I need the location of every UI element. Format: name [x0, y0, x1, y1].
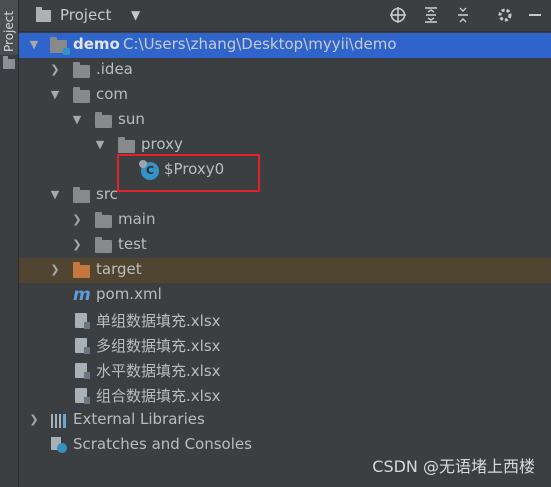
tree-label: Scratches and Consoles — [73, 435, 252, 453]
tree-label: com — [96, 85, 129, 103]
folder-icon — [95, 237, 112, 253]
tool-window-stripe: Project — [0, 0, 19, 487]
tree-label: External Libraries — [73, 410, 205, 428]
tree-row-file-3[interactable]: 水平数据填充.xlsx — [19, 358, 551, 383]
chevron-right-icon[interactable]: ❯ — [70, 212, 84, 228]
chevron-right-icon[interactable]: ❯ — [70, 237, 84, 253]
tree-label: 多组数据填充.xlsx — [96, 337, 221, 355]
tree-row-file-2[interactable]: 多组数据填充.xlsx — [19, 333, 551, 358]
module-folder-icon — [50, 37, 70, 55]
collapse-all-icon[interactable] — [453, 5, 473, 25]
crosshair-icon[interactable] — [388, 5, 408, 25]
scratches-icon — [51, 437, 67, 453]
tree-label: proxy — [141, 135, 183, 153]
panel-title[interactable]: Project — [60, 6, 111, 24]
chevron-right-icon[interactable]: ❯ — [48, 62, 62, 78]
tree-label: .idea — [96, 60, 133, 78]
xlsx-file-icon — [75, 388, 90, 404]
folder-icon — [73, 62, 90, 78]
tree-row-main[interactable]: ❯ main — [19, 208, 551, 233]
chevron-down-icon[interactable]: ▼ — [27, 37, 41, 53]
panel-header: Project ▼ — [19, 0, 551, 32]
chevron-right-icon[interactable]: ❯ — [48, 262, 62, 278]
tree-label: target — [96, 260, 142, 278]
xlsx-file-icon — [75, 313, 90, 329]
view-dropdown-icon[interactable]: ▼ — [131, 8, 140, 22]
tree-row-com[interactable]: ▼ com — [19, 83, 551, 108]
xlsx-file-icon — [75, 338, 90, 354]
tree-row-test[interactable]: ❯ test — [19, 233, 551, 258]
excluded-folder-icon — [73, 262, 90, 278]
library-icon — [51, 414, 67, 428]
tree-label: main — [118, 210, 156, 228]
chevron-right-icon[interactable]: ❯ — [27, 412, 41, 428]
maven-icon: m — [73, 285, 91, 305]
folder-icon — [95, 112, 112, 128]
tree-row-file-4[interactable]: 组合数据填充.xlsx — [19, 383, 551, 408]
root-name: demo — [73, 35, 120, 53]
project-tool-tab[interactable]: Project — [0, 0, 18, 55]
tree-row-src[interactable]: ▼ src — [19, 183, 551, 208]
tree-row-idea[interactable]: ❯ .idea — [19, 58, 551, 83]
chevron-down-icon[interactable]: ▼ — [48, 87, 62, 103]
hide-icon[interactable] — [525, 5, 545, 25]
folder-icon — [73, 187, 90, 203]
tree-row-file-1[interactable]: 单组数据填充.xlsx — [19, 308, 551, 333]
tree-row-demo[interactable]: ▼ demo C:\Users\zhang\Desktop\myyii\demo — [19, 33, 551, 58]
xlsx-file-icon — [75, 363, 90, 379]
tree-label: 组合数据填充.xlsx — [96, 387, 221, 405]
tree-label: pom.xml — [96, 285, 162, 303]
project-tool-tab-label: Project — [2, 10, 16, 52]
tree-row-proxy-class[interactable]: C $Proxy0 — [19, 158, 551, 183]
tree-row-target[interactable]: ❯ target — [19, 258, 551, 283]
folder-icon — [118, 137, 135, 153]
chevron-down-icon[interactable]: ▼ — [93, 137, 107, 153]
tree-label: 水平数据填充.xlsx — [96, 362, 221, 380]
chevron-down-icon[interactable]: ▼ — [70, 112, 84, 128]
expand-all-icon[interactable] — [421, 5, 441, 25]
root-path: C:\Users\zhang\Desktop\myyii\demo — [123, 35, 397, 53]
tree-label: sun — [118, 110, 145, 128]
folder-icon — [95, 212, 112, 228]
watermark: CSDN @无语堵上西楼 — [372, 457, 535, 476]
tree-row-external-libraries[interactable]: ❯ External Libraries — [19, 408, 551, 433]
chevron-down-icon[interactable]: ▼ — [48, 187, 62, 203]
tree-label: test — [118, 235, 147, 253]
tree-label: src — [96, 185, 118, 203]
tree-label: 单组数据填充.xlsx — [96, 312, 221, 330]
tree-row-proxy[interactable]: ▼ proxy — [19, 133, 551, 158]
tree-row-sun[interactable]: ▼ sun — [19, 108, 551, 133]
tree-row-pom[interactable]: m pom.xml — [19, 283, 551, 308]
gear-icon[interactable] — [495, 5, 515, 25]
folder-icon[interactable] — [3, 56, 15, 69]
project-folder-icon — [36, 7, 51, 22]
project-panel: Project ▼ ▼ demo C:\Users\zhang\Desktop\… — [19, 0, 551, 487]
folder-icon — [73, 87, 90, 103]
